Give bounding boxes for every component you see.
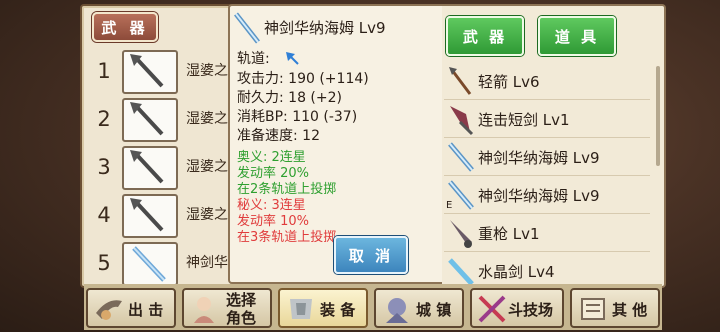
scroll-icon: [581, 298, 605, 320]
slot-weapon-name: 湿婆之: [186, 159, 228, 175]
tab-weapons[interactable]: 武 器: [446, 16, 524, 56]
menu-label: 其 他: [612, 301, 648, 319]
bp-cost-stat: 消耗BP: 110 (-37): [237, 109, 358, 125]
slot-icon-frame: [122, 194, 178, 238]
menu-town-button[interactable]: 城 镇: [374, 288, 464, 328]
menu-arena-button[interactable]: 斗技场: [470, 288, 564, 328]
arena-icon: [478, 295, 506, 323]
list-item[interactable]: 水晶剑 Lv4: [444, 252, 650, 286]
trident-icon: [130, 150, 164, 184]
town-icon: [386, 298, 408, 323]
weapon-slot-4[interactable]: 4 湿婆之: [82, 194, 232, 240]
character-icon: [194, 297, 214, 323]
slot-number: 5: [97, 251, 111, 275]
list-item[interactable]: 神剑华纳海姆 Lv9: [444, 138, 650, 176]
item-label: 重枪 Lv1: [478, 225, 540, 243]
equipped-marker: E: [446, 200, 453, 211]
menu-character-button[interactable]: 选择 角色: [182, 288, 272, 328]
sortie-icon: [96, 300, 122, 320]
durability-stat: 耐久力: 18 (+2): [237, 90, 342, 106]
tab-items[interactable]: 道 具: [538, 16, 616, 56]
slot-icon-frame: [122, 242, 178, 286]
slot-number: 4: [97, 203, 111, 227]
weapon-slot-3[interactable]: 3 湿婆之: [82, 146, 232, 192]
crystal-sword-icon: [448, 258, 474, 286]
item-label: 水晶剑 Lv4: [478, 263, 555, 281]
lance-icon: [450, 220, 472, 248]
slot-icon-frame: [122, 50, 178, 94]
weapon-list-panel: 武 器 道 具 轻箭 Lv6 连击短剑 Lv1 神剑华纳海姆 Lv9 E 神剑华…: [442, 4, 666, 288]
item-label: 神剑华纳海姆 Lv9: [478, 187, 600, 205]
weapon-slot-2[interactable]: 2 湿婆之: [82, 98, 232, 144]
armor-icon: [290, 299, 312, 319]
weapon-title: 神剑华纳海姆 Lv9: [264, 19, 386, 37]
menu-label: 选择 角色: [226, 291, 257, 327]
menu-label: 装 备: [320, 301, 356, 319]
cancel-button[interactable]: 取 消: [334, 236, 408, 274]
list-scrollbar[interactable]: [656, 66, 660, 166]
weapon-detail-panel: 神剑华纳海姆 Lv9 轨道: 攻击力: 190 (+114) 耐久力: 18 (…: [228, 4, 446, 284]
slot-icon-frame: [122, 98, 178, 142]
sword-icon: [234, 12, 260, 44]
list-item[interactable]: 重枪 Lv1: [444, 214, 650, 252]
menu-other-button[interactable]: 其 他: [570, 288, 660, 328]
trident-icon: [130, 198, 164, 232]
list-item[interactable]: E 神剑华纳海姆 Lv9: [444, 176, 650, 214]
item-label: 连击短剑 Lv1: [478, 111, 570, 129]
track-arrow-icon: [286, 52, 299, 65]
sword-icon: [448, 142, 474, 172]
slot-weapon-name: 湿婆之: [186, 207, 228, 223]
slot-number: 3: [97, 155, 111, 179]
track-label: 轨道:: [237, 51, 270, 67]
menu-label: 出 击: [128, 301, 164, 319]
menu-label: 斗技场: [508, 301, 554, 319]
arrow-icon: [449, 67, 472, 95]
list-item[interactable]: 连击短剑 Lv1: [444, 100, 650, 138]
list-item[interactable]: 轻箭 Lv6: [444, 62, 650, 100]
ready-speed-stat: 准备速度: 12: [237, 128, 320, 144]
dagger-icon: [450, 106, 474, 136]
slot-number: 1: [97, 59, 111, 83]
higi-desc: 在3条轨道上投掷: [237, 230, 337, 245]
menu-label: 城 镇: [416, 301, 452, 319]
item-label: 神剑华纳海姆 Lv9: [478, 149, 600, 167]
trident-icon: [130, 54, 164, 88]
menu-equip-button[interactable]: 装 备: [278, 288, 368, 328]
attack-stat: 攻击力: 190 (+114): [237, 71, 369, 87]
sword-icon: [132, 246, 166, 282]
slot-icon-frame: [122, 146, 178, 190]
item-label: 轻箭 Lv6: [478, 73, 540, 91]
weapon-slot-5[interactable]: 5 神剑华: [82, 242, 232, 288]
weapon-slot-1[interactable]: 1 湿婆之: [82, 50, 232, 96]
slot-number: 2: [97, 107, 111, 131]
equipped-weapons-panel: 武 器 1 湿婆之 2 湿婆之 3 湿婆之 4 湿婆之 5 神剑华: [80, 4, 234, 288]
trident-icon: [130, 102, 164, 136]
slot-weapon-name: 湿婆之: [186, 111, 228, 127]
menu-sortie-button[interactable]: 出 击: [86, 288, 176, 328]
weapon-category-tab[interactable]: 武 器: [92, 12, 158, 42]
slot-weapon-name: 神剑华: [186, 255, 228, 271]
slot-weapon-name: 湿婆之: [186, 63, 228, 79]
